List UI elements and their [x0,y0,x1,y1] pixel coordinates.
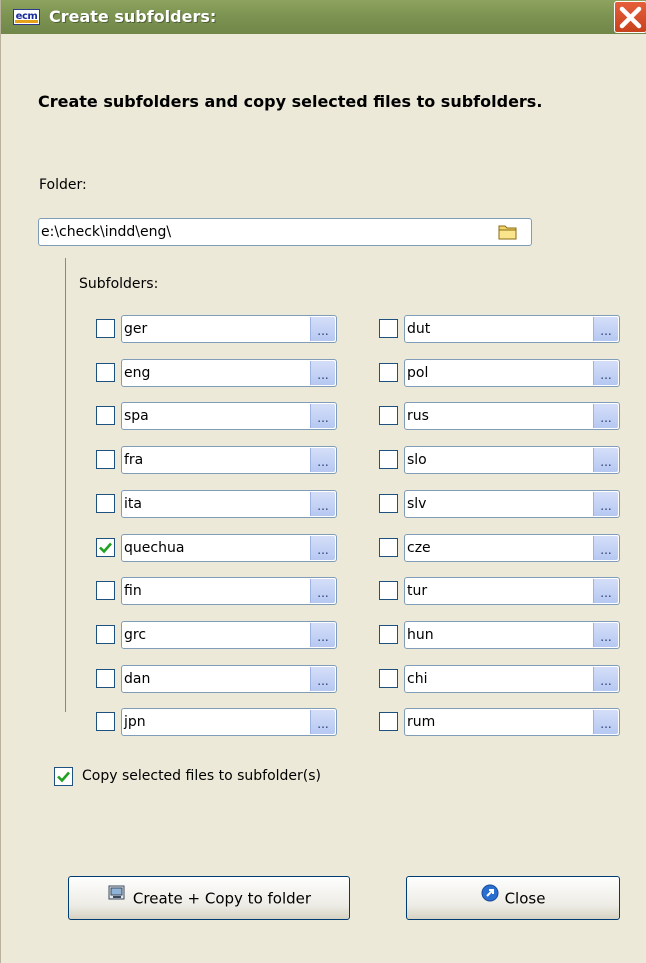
browse-subfolder-button[interactable]: ... [310,317,335,341]
subfolder-checkbox[interactable] [379,363,398,382]
browse-subfolder-button[interactable]: ... [593,536,618,560]
subfolder-name-input[interactable]: ger [121,315,337,343]
copy-files-label: Copy selected files to subfolder(s) [82,768,321,784]
subfolder-name-input[interactable]: jpn [121,708,337,736]
subfolder-checkbox[interactable] [96,538,115,557]
dialog-window: ecm Create subfolders: Create subfolders… [0,0,646,963]
close-icon [619,6,642,29]
subfolder-checkbox[interactable] [96,669,115,688]
subfolder-checkbox[interactable] [96,406,115,425]
subfolder-checkbox[interactable] [96,450,115,469]
subfolder-name-input[interactable]: rus [404,402,620,430]
subfolder-name-input[interactable]: eng [121,359,337,387]
folder-path-input[interactable]: e:\check\indd\eng\ [38,218,532,246]
subfolder-checkbox[interactable] [96,494,115,513]
subfolder-checkbox[interactable] [96,363,115,382]
subfolder-checkbox[interactable] [379,450,398,469]
checkmark-icon [57,771,70,783]
subfolder-checkbox[interactable] [96,625,115,644]
browse-subfolder-button[interactable]: ... [310,710,335,734]
subfolder-checkbox[interactable] [379,538,398,557]
subfolder-checkbox[interactable] [379,669,398,688]
browse-subfolder-button[interactable]: ... [593,492,618,516]
dialog-heading: Create subfolders and copy selected file… [38,92,543,111]
browse-subfolder-button[interactable]: ... [593,317,618,341]
subfolder-name-input[interactable]: slo [404,446,620,474]
browse-subfolder-button[interactable]: ... [593,623,618,647]
subfolder-name-input[interactable]: slv [404,490,620,518]
title-bar[interactable]: ecm Create subfolders: [1,0,646,34]
subfolder-checkbox[interactable] [96,581,115,600]
subfolder-name-input[interactable]: dut [404,315,620,343]
subfolder-checkbox[interactable] [379,406,398,425]
subfolder-name-input[interactable]: chi [404,665,620,693]
browse-subfolder-button[interactable]: ... [310,492,335,516]
subfolder-name-input[interactable]: ita [121,490,337,518]
browse-subfolder-button[interactable]: ... [310,623,335,647]
browse-subfolder-button[interactable]: ... [593,361,618,385]
subfolder-checkbox[interactable] [96,712,115,731]
browse-subfolder-button[interactable]: ... [310,536,335,560]
subfolder-name-input[interactable]: cze [404,534,620,562]
subfolder-name-input[interactable]: grc [121,621,337,649]
subfolder-name-input[interactable]: pol [404,359,620,387]
subfolder-name-input[interactable]: fra [121,446,337,474]
subfolder-checkbox[interactable] [379,494,398,513]
subfolder-name-input[interactable]: tur [404,577,620,605]
subfolder-name-input[interactable]: rum [404,708,620,736]
subfolders-label: Subfolders: [79,276,159,292]
folder-label: Folder: [39,177,87,193]
browse-subfolder-button[interactable]: ... [593,404,618,428]
subfolder-checkbox[interactable] [379,712,398,731]
browse-subfolder-button[interactable]: ... [310,404,335,428]
subfolder-checkbox[interactable] [379,581,398,600]
browse-folder-button[interactable] [496,221,520,242]
browse-subfolder-button[interactable]: ... [310,361,335,385]
folder-icon [498,225,517,240]
close-circle-icon [481,876,499,918]
browse-subfolder-button[interactable]: ... [593,579,618,603]
create-folder-icon [107,876,127,918]
copy-files-checkbox[interactable] [54,767,73,786]
browse-subfolder-button[interactable]: ... [593,710,618,734]
browse-subfolder-button[interactable]: ... [593,448,618,472]
subfolder-name-input[interactable]: spa [121,402,337,430]
browse-subfolder-button[interactable]: ... [310,579,335,603]
window-title: Create subfolders: [49,7,217,26]
app-logo: ecm [13,9,40,25]
subfolder-name-input[interactable]: fin [121,577,337,605]
close-button[interactable]: Close [406,876,620,920]
subfolder-name-input[interactable]: quechua [121,534,337,562]
subfolder-checkbox[interactable] [379,625,398,644]
browse-subfolder-button[interactable]: ... [593,667,618,691]
browse-subfolder-button[interactable]: ... [310,667,335,691]
checkmark-icon [99,542,112,554]
subfolder-checkbox[interactable] [96,319,115,338]
subfolder-checkbox[interactable] [379,319,398,338]
close-label: Close [504,889,546,908]
subfolder-name-input[interactable]: hun [404,621,620,649]
subfolder-name-input[interactable]: dan [121,665,337,693]
create-copy-button[interactable]: Create + Copy to folder [68,876,350,920]
browse-subfolder-button[interactable]: ... [310,448,335,472]
group-divider [65,258,66,712]
create-copy-label: Create + Copy to folder [132,889,312,908]
window-close-button[interactable] [614,1,646,33]
